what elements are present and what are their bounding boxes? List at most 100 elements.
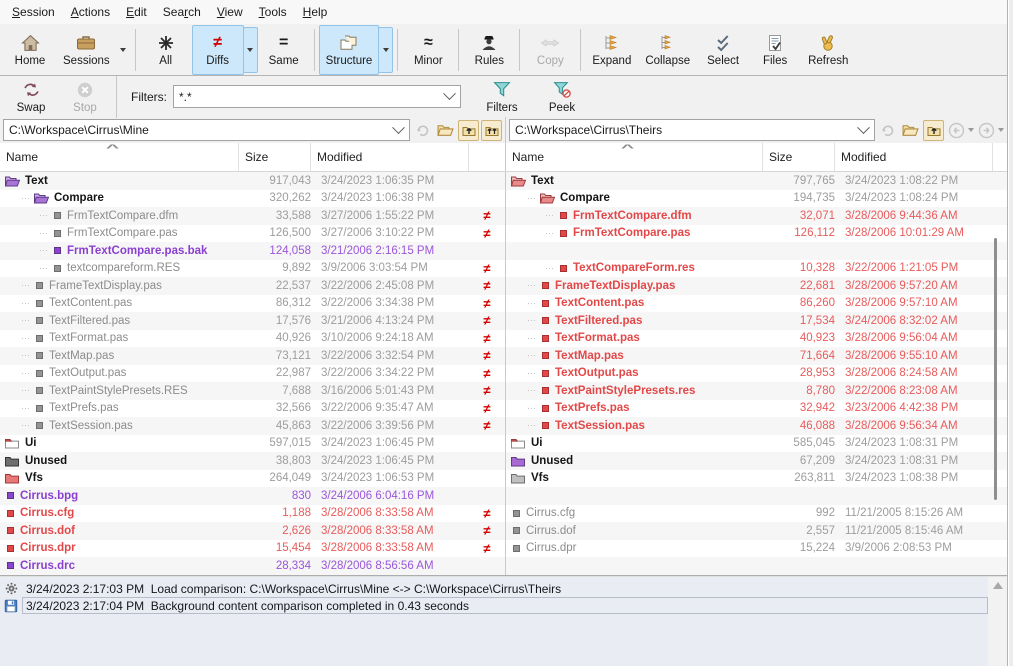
file-row[interactable]: TextCompareForm.res10,3283/22/2006 1:21:… <box>506 260 1007 278</box>
forward-dropdown-icon[interactable] <box>998 128 1004 132</box>
file-row[interactable]: TextSession.pas46,0883/28/2006 9:56:34 A… <box>506 417 1007 435</box>
file-row[interactable]: TextFiltered.pas17,5343/24/2006 8:32:02 … <box>506 312 1007 330</box>
file-row[interactable]: TextContent.pas86,2603/28/2006 9:57:10 A… <box>506 295 1007 313</box>
file-row[interactable]: Cirrus.bpg8303/24/2006 6:04:16 PM <box>0 487 505 505</box>
file-row[interactable]: TextFormat.pas40,9263/10/2006 9:24:18 AM… <box>0 330 505 348</box>
file-row[interactable]: TextPaintStylePresets.res8,7803/22/2006 … <box>506 382 1007 400</box>
file-row[interactable]: textcompareform.RES9,8923/9/2006 3:03:54… <box>0 260 505 278</box>
menu-item-search[interactable]: Search <box>155 2 209 22</box>
file-row[interactable]: FrmTextCompare.pas126,5003/27/2006 3:10:… <box>0 225 505 243</box>
file-row[interactable]: Cirrus.cfg1,1883/28/2006 8:33:58 AM≠ <box>0 505 505 523</box>
sync-browse-icon[interactable] <box>412 120 433 141</box>
peek-button[interactable]: Peek <box>535 77 589 117</box>
filter-combobox[interactable]: *.* <box>173 85 461 108</box>
home-button[interactable]: Home <box>4 25 56 75</box>
file-row[interactable]: Cirrus.drc28,3343/28/2006 8:56:56 AM <box>0 557 505 575</box>
all-button[interactable]: All <box>140 25 192 75</box>
folder-row[interactable]: Vfs264,0493/24/2023 1:06:53 PM <box>0 470 505 488</box>
item-modified: 3/27/2006 3:10:22 PM <box>311 227 469 239</box>
up-one-level-icon[interactable] <box>458 120 479 141</box>
swap-button[interactable]: Swap <box>4 77 58 117</box>
column-header-modified[interactable]: Modified <box>311 143 469 171</box>
menu-item-edit[interactable]: Edit <box>118 2 155 22</box>
file-row[interactable]: FrmTextCompare.dfm33,5883/27/2006 1:55:2… <box>0 207 505 225</box>
file-row[interactable]: TextMap.pas73,1213/22/2006 3:32:54 PM≠ <box>0 347 505 365</box>
file-row[interactable]: Cirrus.dof2,6263/28/2006 8:33:58 AM≠ <box>0 522 505 540</box>
expand-button[interactable]: Expand <box>585 25 638 75</box>
left-path-combobox[interactable]: C:\Workspace\Cirrus\Mine <box>3 119 410 141</box>
file-row[interactable]: FrmTextCompare.pas.bak124,0583/21/2006 2… <box>0 242 505 260</box>
rules-button[interactable]: Rules <box>463 25 515 75</box>
files-button[interactable]: Files <box>749 25 801 75</box>
refresh-button[interactable]: Refresh <box>801 25 855 75</box>
file-row[interactable]: TextOutput.pas28,9533/28/2006 8:24:58 AM <box>506 365 1007 383</box>
folder-row[interactable]: Text917,0433/24/2023 1:06:35 PM <box>0 172 505 190</box>
right-path-combobox[interactable]: C:\Workspace\Cirrus\Theirs <box>509 119 875 141</box>
collapse-button[interactable]: Collapse <box>638 25 697 75</box>
structure-dropdown-button[interactable] <box>378 27 393 73</box>
menu-item-help[interactable]: Help <box>295 2 336 22</box>
log-entry[interactable]: 3/24/2023 2:17:03 PM Load comparison: C:… <box>22 580 988 597</box>
scroll-up-icon[interactable] <box>993 582 1003 589</box>
menu-item-view[interactable]: View <box>209 2 251 22</box>
folder-row[interactable]: Unused38,8033/24/2023 1:06:45 PM <box>0 452 505 470</box>
file-row[interactable]: FrmTextCompare.pas126,1123/28/2006 10:01… <box>506 225 1007 243</box>
copy-button[interactable]: Copy <box>524 25 576 75</box>
back-icon[interactable] <box>946 120 967 141</box>
file-row[interactable]: FrameTextDisplay.pas22,6813/28/2006 9:57… <box>506 277 1007 295</box>
browse-folder-icon[interactable] <box>435 120 456 141</box>
log-scrollbar[interactable] <box>988 577 1007 666</box>
file-row[interactable]: TextFiltered.pas17,5763/21/2006 4:13:24 … <box>0 312 505 330</box>
file-row[interactable]: TextContent.pas86,3123/22/2006 3:34:38 P… <box>0 295 505 313</box>
file-row[interactable]: FrameTextDisplay.pas22,5373/22/2006 2:45… <box>0 277 505 295</box>
sessions-dropdown-button[interactable] <box>116 27 131 73</box>
folder-row[interactable]: Ui597,0153/24/2023 1:06:45 PM <box>0 435 505 453</box>
browse-folder-icon[interactable] <box>900 120 921 141</box>
folder-row[interactable]: Compare194,7353/24/2023 1:08:24 PM <box>506 190 1007 208</box>
file-row[interactable]: Cirrus.dpr15,2243/9/2006 2:08:53 PM <box>506 540 1007 558</box>
same-button[interactable]: =Same <box>258 25 310 75</box>
funnel-off-icon <box>553 80 571 100</box>
file-row[interactable]: TextPrefs.pas32,9423/23/2006 4:42:38 PM <box>506 400 1007 418</box>
menu-item-tools[interactable]: Tools <box>251 2 295 22</box>
structure-button[interactable]: Structure <box>319 25 380 75</box>
folder-row[interactable]: Vfs263,8113/24/2023 1:08:38 PM <box>506 470 1007 488</box>
stop-button[interactable]: Stop <box>58 77 112 117</box>
column-header-name[interactable]: Name ^ <box>0 143 239 171</box>
file-row[interactable]: TextPrefs.pas32,5663/22/2006 9:35:47 AM≠ <box>0 400 505 418</box>
file-icon <box>542 352 549 359</box>
back-dropdown-icon[interactable] <box>968 128 974 132</box>
folder-row[interactable]: Unused67,2093/24/2023 1:08:31 PM <box>506 452 1007 470</box>
column-header-size[interactable]: Size <box>763 143 835 171</box>
file-row[interactable]: TextSession.pas45,8633/22/2006 3:39:56 P… <box>0 417 505 435</box>
vertical-scrollbar-thumb[interactable] <box>994 238 997 500</box>
log-entry[interactable]: 3/24/2023 2:17:04 PM Background content … <box>22 597 988 614</box>
column-header-name[interactable]: Name ^ <box>506 143 763 171</box>
file-row[interactable]: Cirrus.dof2,55711/21/2005 8:15:46 AM <box>506 522 1007 540</box>
file-row[interactable]: TextMap.pas71,6643/28/2006 9:55:10 AM <box>506 347 1007 365</box>
folder-row[interactable]: Text797,7653/24/2023 1:08:22 PM <box>506 172 1007 190</box>
file-row[interactable]: FrmTextCompare.dfm32,0713/28/2006 9:44:3… <box>506 207 1007 225</box>
select-button[interactable]: Select <box>697 25 749 75</box>
column-header-modified[interactable]: Modified <box>835 143 993 171</box>
file-row[interactable]: Cirrus.dpr15,4543/28/2006 8:33:58 AM≠ <box>0 540 505 558</box>
file-row[interactable]: TextPaintStylePresets.RES7,6883/16/2006 … <box>0 382 505 400</box>
diffs-button[interactable]: ≠Diffs <box>192 25 244 75</box>
file-row[interactable]: TextFormat.pas40,9233/28/2006 9:56:04 AM <box>506 330 1007 348</box>
menu-item-actions[interactable]: Actions <box>63 2 118 22</box>
diffs-dropdown-button[interactable] <box>243 27 258 73</box>
up-to-base-icon[interactable] <box>481 120 502 141</box>
file-row[interactable]: TextOutput.pas22,9873/22/2006 3:34:22 PM… <box>0 365 505 383</box>
folder-row[interactable]: Compare320,2623/24/2023 1:06:38 PM <box>0 190 505 208</box>
menu-item-session[interactable]: Session <box>4 2 63 22</box>
minor-button[interactable]: ≈Minor <box>402 25 454 75</box>
filters-button[interactable]: Filters <box>475 77 529 117</box>
forward-icon[interactable] <box>976 120 997 141</box>
sync-browse-icon[interactable] <box>877 120 898 141</box>
file-row[interactable]: Cirrus.cfg99211/21/2005 8:15:26 AM <box>506 505 1007 523</box>
item-name: Cirrus.dof <box>526 525 576 537</box>
sessions-button[interactable]: Sessions <box>56 25 117 75</box>
column-header-size[interactable]: Size <box>239 143 311 171</box>
up-one-level-icon[interactable] <box>923 120 944 141</box>
folder-row[interactable]: Ui585,0453/24/2023 1:08:31 PM <box>506 435 1007 453</box>
